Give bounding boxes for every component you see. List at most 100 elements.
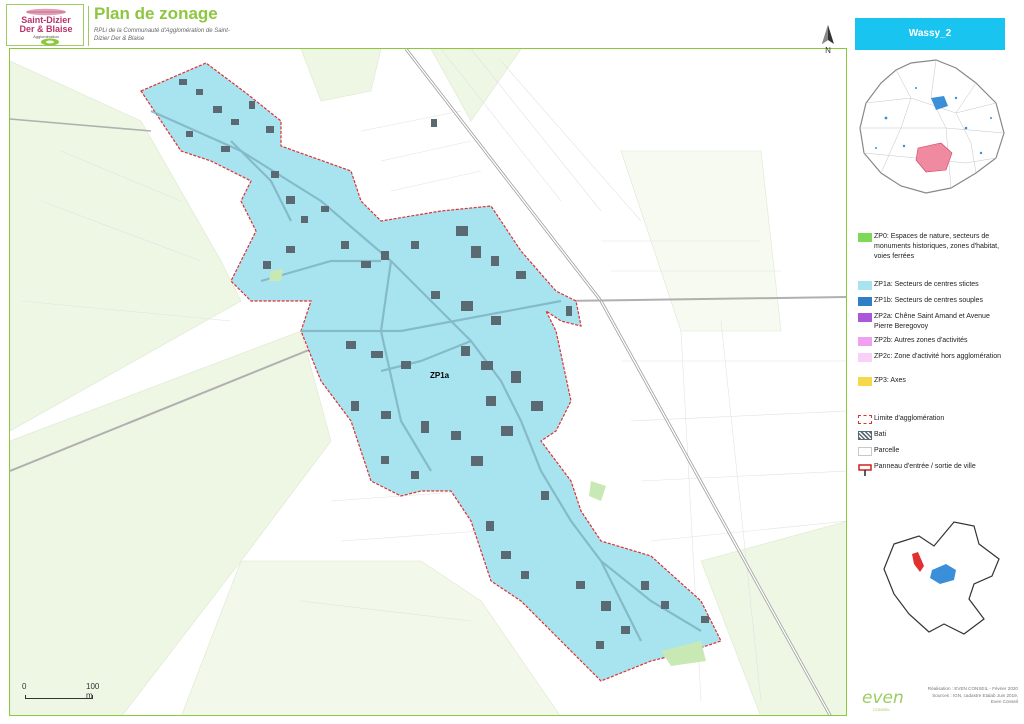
building (221, 146, 230, 152)
building (301, 216, 308, 223)
locator-map (883, 521, 1000, 635)
building (661, 601, 669, 609)
building (196, 89, 203, 95)
building (346, 341, 356, 349)
legend-swatch (858, 447, 872, 456)
building (341, 241, 349, 249)
field-north (300, 49, 382, 102)
scale-start-label: 0 (22, 682, 27, 691)
north-arrow-icon: N (822, 25, 834, 54)
building (486, 521, 494, 531)
building (621, 626, 630, 634)
north-label: N (825, 46, 831, 54)
credit-line3: Even Conseil (990, 699, 1018, 705)
building (461, 346, 470, 356)
legend-label: ZP3: Axes (874, 377, 906, 384)
green-patch (589, 481, 606, 501)
building (601, 601, 611, 611)
legend-swatch (858, 377, 872, 386)
building (249, 101, 255, 109)
legend-label: Parcelle (874, 447, 900, 454)
page-title: Plan de zonage (94, 4, 218, 23)
building (263, 261, 271, 269)
building (566, 306, 572, 316)
building (481, 361, 493, 370)
scale-bar-line (25, 695, 93, 699)
building (521, 571, 529, 579)
building (491, 316, 501, 325)
map-svg[interactable] (10, 49, 847, 716)
building (471, 246, 481, 258)
legend-label: ZP2a: Chêne Saint Amand et Avenue Pierre… (874, 313, 990, 330)
logo-mark-icon (41, 38, 59, 46)
legend-swatch (858, 337, 872, 346)
building (501, 551, 511, 559)
legend-swatch (858, 431, 872, 440)
building (186, 131, 193, 137)
building (231, 119, 239, 125)
legend-label: Panneau d'entrée / sortie de ville (874, 463, 976, 470)
building (431, 291, 440, 299)
building (576, 581, 585, 589)
logo-text-line2: Der & Blaise (19, 24, 73, 34)
building (361, 261, 371, 268)
building (701, 616, 709, 623)
building (371, 351, 383, 358)
agglomeration-logo: Saint-Dizier Der & Blaise Agglomération (6, 4, 84, 46)
building (501, 426, 513, 436)
building (511, 371, 521, 383)
credit-line1: Réalisation : EVEN CONSEIL - Février 202… (927, 686, 1018, 691)
legend-label: ZP1b: Secteurs de centres souples (874, 297, 983, 304)
commune-name-box: Wassy_2 (855, 18, 1005, 50)
building (541, 491, 549, 500)
zoning-map-page: Saint-Dizier Der & Blaise Agglomération … (0, 0, 1024, 724)
building (381, 411, 391, 419)
building (411, 471, 419, 479)
building (286, 246, 295, 253)
building (411, 241, 419, 249)
building (321, 206, 329, 212)
legend-label: Bati (874, 431, 887, 438)
map-credits: Réalisation : EVEN CONSEIL - Février 202… (908, 686, 1018, 706)
legend-swatch (858, 297, 872, 306)
building (641, 581, 649, 590)
building (179, 79, 187, 85)
building (431, 119, 437, 127)
building (213, 106, 222, 113)
legend-swatch (858, 233, 872, 242)
building (351, 401, 359, 411)
legend-label: Limite d'agglomération (874, 415, 945, 422)
header-divider (88, 6, 89, 46)
building (421, 421, 429, 433)
building (381, 456, 389, 464)
sign-icon (858, 464, 872, 476)
legend-label: ZP2c: Zone d'activité hors agglomération (874, 353, 1002, 360)
field-southeast (700, 521, 846, 715)
page-subtitle: RPLi de la Communauté d'Agglomération de… (94, 28, 230, 42)
map-canvas[interactable]: ZP1a (9, 48, 847, 716)
legend-label: ZP1a: Secteurs de centres stictes (874, 281, 979, 288)
building (486, 396, 496, 406)
legend-swatch (858, 313, 872, 322)
overview-outline (859, 59, 1005, 194)
legend-label: ZP2b: Autres zones d'activités (874, 337, 968, 344)
legend-swatch (858, 415, 872, 424)
building (596, 641, 604, 649)
building (401, 361, 411, 369)
even-logo-sub: CONSEIL (873, 707, 891, 712)
building (531, 401, 543, 411)
building (286, 196, 295, 204)
building (381, 251, 389, 260)
legend-swatch (858, 353, 872, 362)
building (266, 126, 274, 133)
legend-label: ZP0: Espaces de nature, secteurs de monu… (874, 233, 1000, 260)
overview-map (859, 59, 1005, 194)
field-northeast (430, 49, 522, 122)
building (461, 301, 473, 311)
building (516, 271, 526, 279)
building (451, 431, 461, 440)
building (471, 456, 483, 466)
credit-line2: Sources : IGN, cadastre Etalab Juin 2019… (932, 692, 1018, 698)
legend-swatch (858, 281, 872, 290)
zone-label-zp1a: ZP1a (430, 371, 450, 380)
